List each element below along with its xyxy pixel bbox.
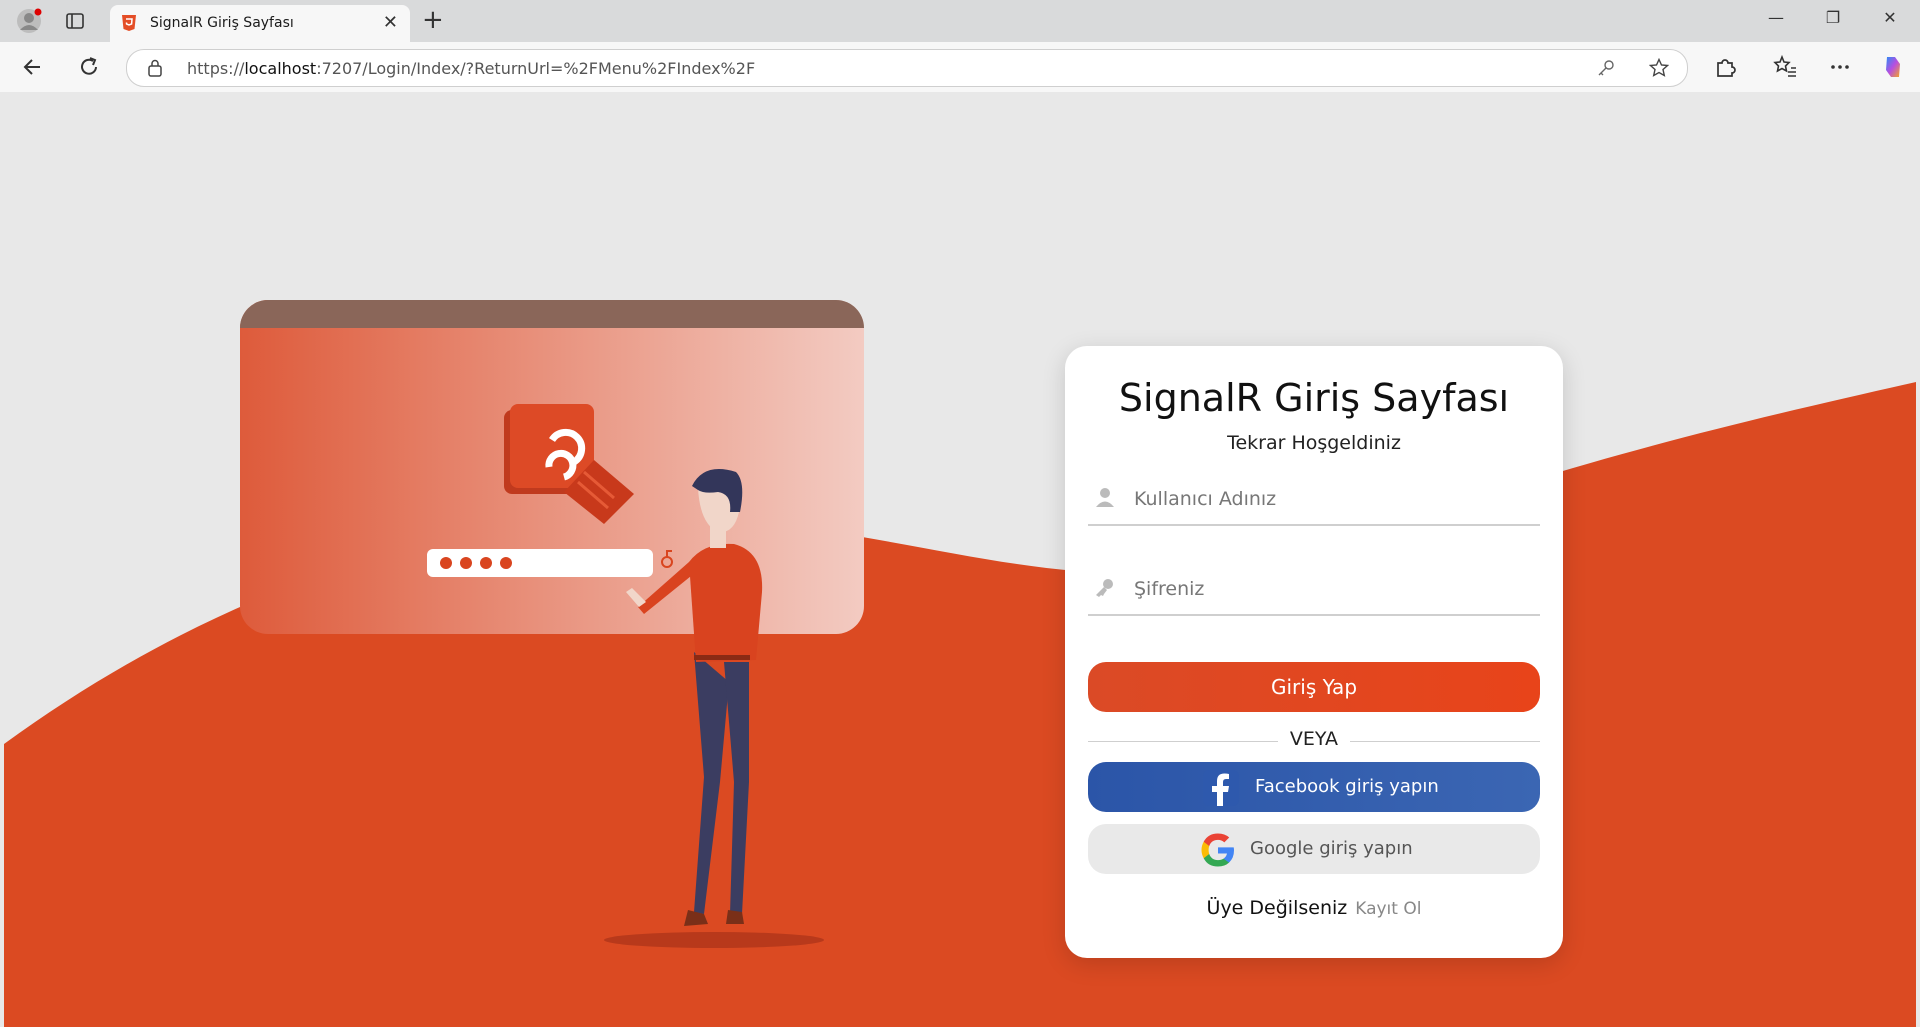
password-input[interactable] [1132, 572, 1536, 606]
new-tab-button[interactable]: + [422, 6, 444, 34]
browser-toolbar: https://localhost:7207/Login/Index/?Retu… [0, 42, 1920, 92]
extensions-icon[interactable] [1712, 54, 1738, 80]
login-card: SignalR Giriş Sayfası Tekrar Hoşgeldiniz… [1065, 346, 1563, 958]
login-button[interactable]: Giriş Yap [1088, 662, 1540, 712]
copilot-icon[interactable] [1880, 54, 1906, 80]
favorites-icon[interactable] [1772, 54, 1798, 80]
key-icon [1096, 579, 1113, 597]
browser-titlebar: SignalR Giriş Sayfası ✕ + — ❐ ✕ [0, 0, 1920, 42]
close-window-button[interactable]: ✕ [1870, 8, 1910, 27]
google-login-label: Google giriş yapın [1250, 838, 1413, 859]
login-title: SignalR Giriş Sayfası [1118, 376, 1510, 420]
login-illustration [240, 300, 864, 948]
back-icon[interactable] [20, 54, 46, 80]
username-input[interactable] [1132, 482, 1536, 516]
profile-icon[interactable] [16, 8, 42, 34]
facebook-login-button[interactable]: Facebook giriş yapın [1088, 762, 1540, 812]
register-link[interactable]: Kayıt Ol [1355, 899, 1421, 919]
or-divider: VEYA [1088, 728, 1540, 756]
password-field [1088, 564, 1540, 616]
username-field [1088, 474, 1540, 526]
address-bar[interactable]: https://localhost:7207/Login/Index/?Retu… [126, 49, 1688, 87]
register-text: Üye Değilseniz [1206, 897, 1348, 919]
user-icon [1096, 488, 1114, 507]
refresh-icon[interactable] [76, 54, 102, 80]
tab-title: SignalR Giriş Sayfası [150, 15, 294, 31]
tab-close-icon[interactable]: ✕ [383, 12, 398, 33]
divider-line-right [1350, 741, 1540, 742]
star-icon[interactable] [1649, 58, 1669, 78]
page-viewport: SignalR Giriş Sayfası Tekrar Hoşgeldiniz… [4, 92, 1916, 1027]
divider-label: VEYA [1289, 728, 1339, 750]
google-icon [1201, 833, 1234, 867]
browser-tab[interactable]: SignalR Giriş Sayfası ✕ [110, 5, 410, 42]
lock-icon[interactable] [147, 59, 163, 77]
facebook-icon [1203, 770, 1239, 806]
google-login-button[interactable]: Google giriş yapın [1088, 824, 1540, 874]
html5-icon [122, 15, 136, 31]
login-subtitle: Tekrar Hoşgeldiniz [1227, 432, 1401, 454]
key-icon[interactable] [1597, 59, 1615, 77]
more-icon[interactable] [1827, 54, 1853, 80]
facebook-login-label: Facebook giriş yapın [1255, 776, 1439, 797]
url-text: https://localhost:7207/Login/Index/?Retu… [187, 59, 756, 78]
tabs-icon[interactable] [64, 10, 86, 32]
minimize-button[interactable]: — [1756, 8, 1796, 27]
register-row: Üye Değilseniz Kayıt Ol [1065, 897, 1563, 919]
restore-button[interactable]: ❐ [1813, 8, 1853, 27]
